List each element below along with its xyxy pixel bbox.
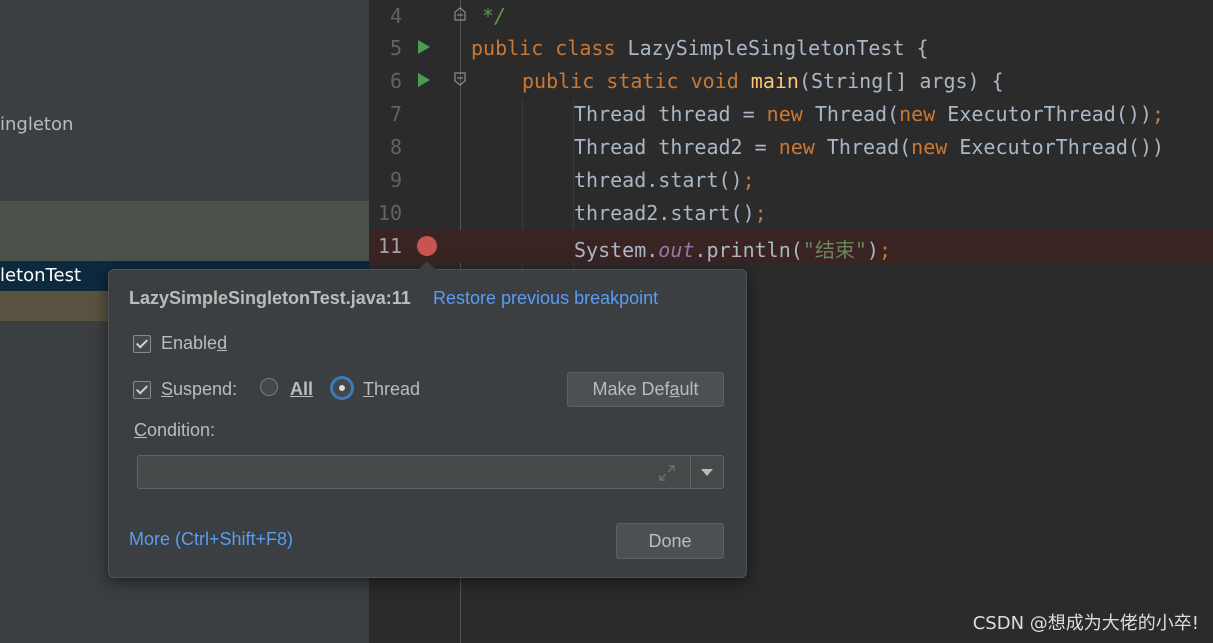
semicolon: ;: [754, 201, 767, 225]
suspend-checkbox-row[interactable]: Suspend:: [133, 379, 237, 400]
popup-title: LazySimpleSingletonTest.java:11: [129, 288, 411, 308]
keyword: new: [778, 135, 815, 159]
code-line[interactable]: 6 public static void main(String[] args)…: [369, 65, 1213, 98]
code-text: Thread(: [814, 135, 912, 159]
watermark: CSDN @想成为大佬的小卒!: [972, 613, 1199, 634]
line-number: 5: [389, 36, 402, 60]
keyword: public static void: [522, 69, 751, 93]
make-default-label: Make Def: [592, 379, 670, 399]
fold-end-icon[interactable]: [454, 7, 466, 21]
code-text: ExecutorThread()): [935, 102, 1152, 126]
condition-label: ondition:: [147, 420, 216, 440]
static-field: out: [658, 238, 695, 262]
line-number: 4: [389, 4, 402, 28]
radio-thread-label: hread: [374, 379, 421, 399]
make-default-button[interactable]: Make Def a ult: [567, 372, 724, 407]
project-tree-item[interactable]: ingleton: [0, 114, 73, 135]
thread-mnemonic: T: [363, 379, 374, 399]
enabled-label: Enable: [161, 333, 218, 353]
class-name: LazySimpleSingletonTest {: [627, 36, 929, 60]
code-text: .println(: [694, 238, 803, 262]
chevron-down-icon: [701, 469, 713, 476]
code-line[interactable]: 9 thread.start();: [369, 164, 1213, 197]
make-default-mnemonic: a: [669, 379, 680, 399]
code-line[interactable]: 5 public class LazySimpleSingletonTest {: [369, 32, 1213, 65]
semicolon: ;: [1151, 102, 1165, 126]
code-line[interactable]: 7 Thread thread = new Thread(new Executo…: [369, 98, 1213, 131]
run-icon[interactable]: [418, 73, 430, 87]
code-line[interactable]: 8 Thread thread2 = new Thread(new Execut…: [369, 131, 1213, 164]
line-number: 9: [389, 168, 402, 192]
make-default-label-end: ult: [679, 379, 699, 399]
code-line[interactable]: 4 */: [369, 0, 1213, 33]
breakpoint-icon[interactable]: [417, 236, 437, 256]
string-literal: "结束": [802, 238, 867, 262]
tree-highlight-row: [0, 201, 369, 261]
expand-icon[interactable]: [658, 464, 676, 482]
code-text: ): [866, 238, 879, 262]
code-text: Thread thread =: [574, 102, 767, 126]
radio-thread[interactable]: [330, 376, 354, 400]
comment-text: */: [482, 4, 507, 28]
radio-all[interactable]: [260, 378, 278, 396]
semicolon: ;: [878, 238, 891, 262]
semicolon: ;: [742, 168, 755, 192]
condition-history-dropdown[interactable]: [690, 455, 724, 489]
fold-start-icon[interactable]: [454, 72, 466, 86]
enabled-mnemonic: d: [217, 333, 228, 353]
keyword: new: [899, 102, 936, 126]
popup-pointer: [418, 261, 436, 270]
code-text: Thread(: [802, 102, 900, 126]
suspend-label: uspend:: [173, 379, 238, 399]
line-number: 8: [389, 135, 402, 159]
code-text: ExecutorThread()): [947, 135, 1165, 159]
method-name: main: [750, 69, 799, 93]
more-settings-link[interactable]: More (Ctrl+Shift+F8): [129, 529, 293, 550]
run-icon[interactable]: [418, 40, 430, 54]
code-line[interactable]: 10 thread2.start();: [369, 197, 1213, 230]
code-text: thread2.start(): [574, 201, 755, 225]
code-text: Thread thread2 =: [574, 135, 779, 159]
suspend-mnemonic: S: [161, 379, 174, 399]
breakpoint-line[interactable]: 11 System.out.println("结束");: [369, 230, 1213, 263]
line-number: 10: [377, 201, 402, 225]
enabled-checkbox[interactable]: [133, 334, 151, 353]
done-button[interactable]: Done: [616, 523, 724, 559]
breakpoint-popup: LazySimpleSingletonTest.java:11 Restore …: [108, 261, 747, 578]
line-number: 7: [389, 102, 402, 126]
keyword: public class: [471, 36, 628, 60]
code-text: System.: [574, 238, 659, 262]
code-text: thread.start(): [574, 168, 743, 192]
condition-input[interactable]: [137, 455, 690, 489]
line-number: 11: [377, 234, 402, 258]
suspend-checkbox[interactable]: [133, 380, 151, 399]
restore-breakpoint-link[interactable]: Restore previous breakpoint: [433, 288, 658, 309]
condition-mnemonic: C: [134, 420, 147, 440]
enabled-checkbox-row[interactable]: Enabled: [133, 333, 227, 354]
radio-all-label: All: [290, 379, 314, 399]
code-text: (String[] args) {: [798, 69, 1004, 93]
line-number: 6: [389, 69, 402, 93]
project-tree-item[interactable]: letonTest: [0, 265, 81, 286]
keyword: new: [911, 135, 948, 159]
keyword: new: [766, 102, 803, 126]
